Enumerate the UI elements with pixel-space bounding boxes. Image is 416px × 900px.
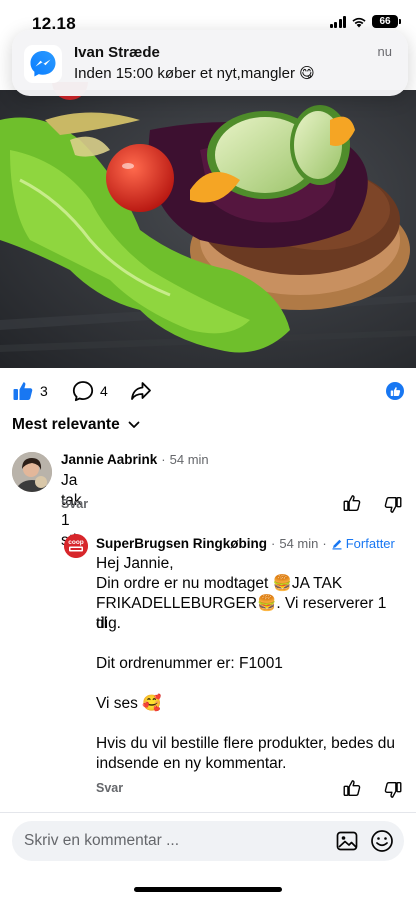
reply-line: Hvis du vil bestille flere produkter, be… bbox=[96, 735, 395, 752]
reply-button[interactable]: Svar bbox=[96, 781, 123, 795]
messenger-icon bbox=[24, 45, 62, 83]
pencil-icon bbox=[332, 539, 342, 549]
status-icons: 66 bbox=[329, 15, 401, 28]
svg-text:coop: coop bbox=[68, 539, 84, 546]
smiley-icon[interactable] bbox=[370, 829, 394, 853]
comment-bubble-icon bbox=[72, 381, 94, 402]
reply-line: Dit ordrenummer er: F1001 bbox=[96, 655, 283, 672]
reply-time[interactable]: 54 min bbox=[279, 536, 318, 551]
reply-line: Vi ses 🥰 bbox=[96, 695, 162, 712]
notification-message: Inden 15:00 køber et nyt,mangler 😋 bbox=[74, 65, 315, 82]
notification-sender: Ivan Stræde bbox=[74, 44, 160, 61]
comment-header: Jannie Aabrink · 54 min bbox=[61, 452, 209, 467]
reply-text: Hej Jannie, Din ordre er nu modtaget 🍔JA… bbox=[96, 554, 395, 774]
reply-header: SuperBrugsen Ringkøbing · 54 min · Forfa… bbox=[96, 536, 395, 551]
sort-label: Mest relevante bbox=[12, 416, 120, 433]
share-arrow-icon bbox=[131, 382, 151, 400]
like-reaction-icon[interactable] bbox=[386, 382, 404, 400]
photo-icon[interactable] bbox=[336, 830, 358, 852]
post-action-bar: 3 4 bbox=[0, 368, 416, 412]
share-action[interactable] bbox=[130, 380, 152, 402]
reply-line bbox=[96, 674, 395, 694]
chevron-down-icon bbox=[128, 421, 140, 428]
comment-input[interactable] bbox=[24, 821, 324, 861]
battery-indicator: 66 bbox=[372, 15, 401, 28]
comment-count: 4 bbox=[100, 383, 108, 399]
reply-line: FRIKADELLEBURGER🍔. Vi reserverer 1 til bbox=[96, 595, 387, 632]
post-photo[interactable] bbox=[0, 90, 416, 368]
messenger-notification[interactable]: Ivan Stræde Inden 15:00 køber et nyt,man… bbox=[12, 30, 408, 96]
author-badge-label: Forfatter bbox=[345, 536, 395, 551]
reply-author[interactable]: SuperBrugsen Ringkøbing bbox=[96, 536, 267, 551]
reply-line: Din ordre er nu modtaget 🍔JA TAK bbox=[96, 575, 343, 592]
thumbs-up-outline-icon[interactable] bbox=[343, 494, 361, 512]
signal-icon bbox=[329, 15, 346, 28]
thumbs-up-icon bbox=[13, 382, 33, 400]
comment-action[interactable]: 4 bbox=[72, 380, 108, 402]
reply-line bbox=[96, 634, 395, 654]
burger-photo bbox=[0, 90, 416, 368]
comment-time[interactable]: 54 min bbox=[170, 452, 209, 467]
like-count: 3 bbox=[40, 383, 48, 399]
reply-button[interactable]: Svar bbox=[61, 497, 88, 511]
comment-sort-dropdown[interactable]: Mest relevante bbox=[12, 416, 140, 434]
wifi-icon bbox=[352, 17, 366, 27]
like-action[interactable]: 3 bbox=[12, 380, 48, 402]
author-badge: Forfatter bbox=[331, 536, 395, 551]
avatar[interactable]: coop bbox=[64, 534, 88, 558]
reply-line: Hej Jannie, bbox=[96, 555, 174, 572]
thumbs-down-outline-icon[interactable] bbox=[384, 781, 402, 799]
comment-input-container[interactable] bbox=[12, 821, 404, 861]
notification-time: nu bbox=[377, 44, 392, 59]
home-indicator[interactable] bbox=[134, 887, 282, 892]
thumbs-down-outline-icon[interactable] bbox=[384, 496, 402, 514]
comment-author[interactable]: Jannie Aabrink bbox=[61, 452, 157, 467]
thumbs-up-outline-icon[interactable] bbox=[343, 779, 361, 797]
reply-line: dig. bbox=[96, 615, 121, 632]
reply-line: indsende en ny kommentar. bbox=[96, 755, 287, 772]
avatar[interactable] bbox=[12, 452, 52, 492]
reply-line bbox=[96, 714, 395, 734]
